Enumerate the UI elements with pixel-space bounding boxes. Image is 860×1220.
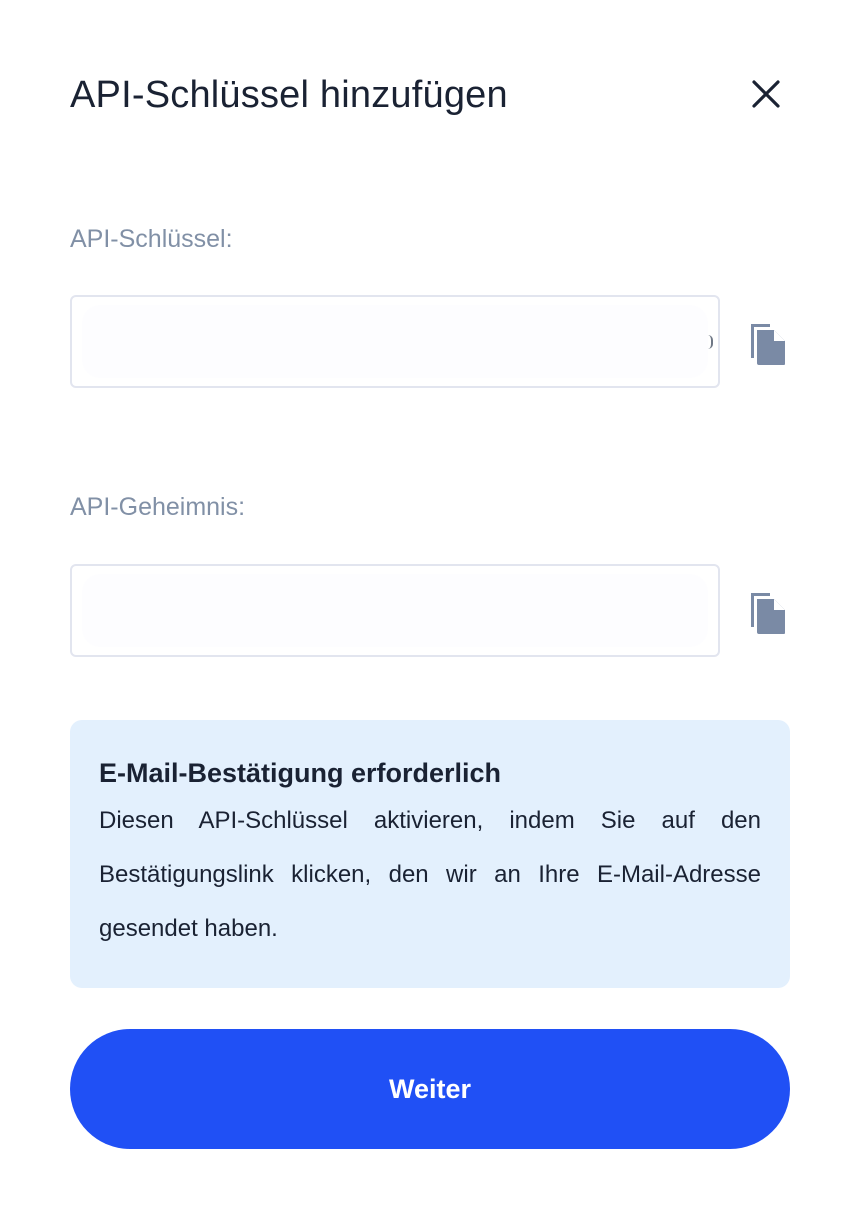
close-button[interactable] xyxy=(744,72,788,116)
continue-button[interactable]: Weiter xyxy=(70,1029,790,1149)
close-icon xyxy=(744,72,788,116)
api-key-field[interactable] xyxy=(70,295,720,388)
api-secret-label: API-Geheimnis: xyxy=(70,493,246,521)
copy-api-key-button[interactable] xyxy=(744,320,786,366)
api-key-label: API-Schlüssel: xyxy=(70,225,233,253)
copy-icon xyxy=(744,324,786,369)
add-api-key-dialog: API-Schlüssel hinzufügen API-Schlüssel: … xyxy=(0,0,860,1220)
copy-icon xyxy=(744,593,786,638)
notice-title: E-Mail-Bestätigung erforderlich xyxy=(99,758,502,788)
api-secret-field[interactable] xyxy=(70,564,720,657)
copy-api-secret-button[interactable] xyxy=(744,589,786,635)
email-confirmation-notice: E-Mail-Bestätigung erforderlich Diesen A… xyxy=(70,720,790,988)
dialog-title: API-Schlüssel hinzufügen xyxy=(70,74,508,116)
api-secret-input[interactable] xyxy=(82,574,708,647)
notice-text: Diesen API-Schlüssel aktivieren, indem S… xyxy=(99,807,761,942)
scroll-indicator xyxy=(708,335,713,349)
api-key-input[interactable] xyxy=(82,305,708,378)
